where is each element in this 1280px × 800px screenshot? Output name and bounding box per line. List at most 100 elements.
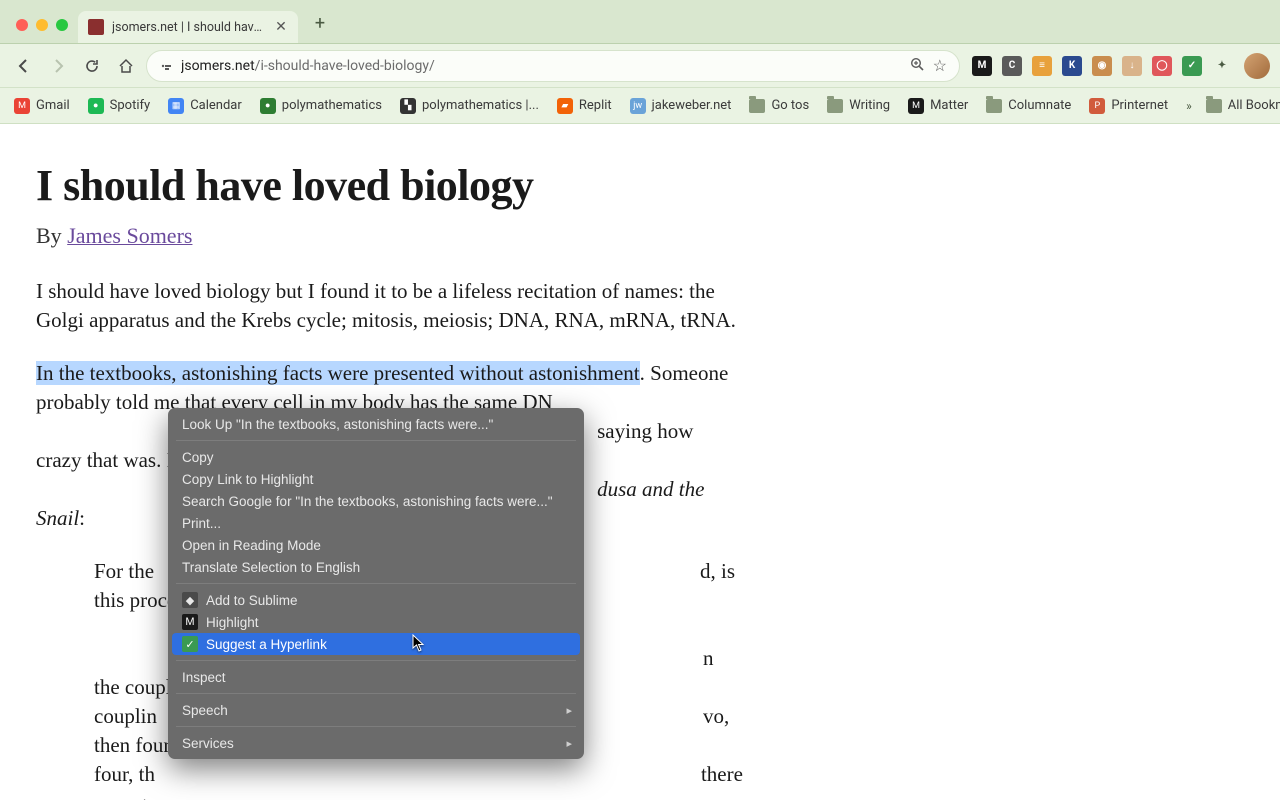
folder-icon (827, 99, 843, 113)
printernet-icon: P (1089, 98, 1105, 114)
bookmark-gotos[interactable]: Go tos (749, 98, 809, 113)
gmail-icon: M (14, 98, 30, 114)
folder-icon (1206, 99, 1222, 113)
home-button[interactable] (112, 52, 140, 80)
submenu-arrow-icon: ▸ (566, 737, 572, 750)
bookmark-jakeweber[interactable]: jw jakeweber.net (630, 98, 732, 114)
sublime-icon: ◆ (182, 592, 198, 608)
all-bookmarks-label: All Bookma (1228, 98, 1280, 113)
bookmark-gmail[interactable]: M Gmail (14, 98, 70, 114)
bookmark-label: Printernet (1111, 98, 1168, 113)
matter-extension-icon[interactable]: M (972, 56, 992, 76)
forward-button[interactable] (44, 52, 72, 80)
submenu-arrow-icon: ▸ (566, 704, 572, 717)
bookmark-label: Spotify (110, 98, 151, 113)
ctx-inspect[interactable]: Inspect (168, 666, 584, 688)
ctx-translate[interactable]: Translate Selection to English (168, 556, 584, 578)
ctx-separator (176, 583, 576, 584)
minimize-window-button[interactable] (36, 19, 48, 31)
p2-rest-c-after: : (79, 506, 85, 530)
bookmark-label: Columnate (1008, 98, 1071, 113)
bookmark-columnate[interactable]: Columnate (986, 98, 1071, 113)
ctx-copy[interactable]: Copy (168, 446, 584, 468)
reload-button[interactable] (78, 52, 106, 80)
back-button[interactable] (10, 52, 38, 80)
new-tab-button[interactable]: + (306, 9, 334, 37)
address-bar[interactable]: jsomers.net/i-should-have-loved-biology/… (146, 50, 960, 82)
bookmarks-overflow-chevron[interactable]: » (1186, 99, 1192, 113)
polymathematics2-icon: ▚ (400, 98, 416, 114)
browser-tab[interactable]: jsomers.net | I should have lo ✕ (78, 11, 298, 43)
profile-avatar[interactable] (1244, 53, 1270, 79)
ctx-separator (176, 440, 576, 441)
ctx-search-google[interactable]: Search Google for "In the textbooks, ast… (168, 490, 584, 512)
folder-icon (749, 99, 765, 113)
window-controls (8, 19, 78, 43)
article-title: I should have loved biology (36, 160, 744, 211)
ctx-reading-mode[interactable]: Open in Reading Mode (168, 534, 584, 556)
polymathematics-icon: ● (260, 98, 276, 114)
folder-icon (986, 99, 1002, 113)
bookmark-label: Writing (849, 98, 890, 113)
url-text: jsomers.net/i-should-have-loved-biology/ (181, 58, 901, 74)
bookmark-calendar[interactable]: ▦ Calendar (168, 98, 242, 114)
bookmark-star-icon[interactable]: ☆ (933, 56, 947, 75)
bookmark-label: Replit (579, 98, 612, 113)
k-ext-extension-icon[interactable]: K (1062, 56, 1082, 76)
bookmark-label: Go tos (771, 98, 809, 113)
bookmark-label: jakeweber.net (652, 98, 732, 113)
down-extension-icon[interactable]: ↓ (1122, 56, 1142, 76)
bookmark-polymathematics2[interactable]: ▚ polymathematics |... (400, 98, 539, 114)
bookmark-printernet[interactable]: P Printernet (1089, 98, 1168, 114)
bookmark-replit[interactable]: ▰ Replit (557, 98, 612, 114)
all-bookmarks-button[interactable]: All Bookma (1206, 98, 1280, 113)
maximize-window-button[interactable] (56, 19, 68, 31)
ctx-suggest-hyperlink[interactable]: ✓Suggest a Hyperlink (172, 633, 580, 655)
matter-bm-icon: M (908, 98, 924, 114)
bookmark-label: polymathematics |... (422, 98, 539, 113)
author-link[interactable]: James Somers (67, 223, 192, 248)
paragraph-1: I should have loved biology but I found … (36, 277, 744, 335)
books-extension-icon[interactable]: ≡ (1032, 56, 1052, 76)
rec-extension-icon[interactable]: ◯ (1152, 56, 1172, 76)
ctx-print[interactable]: Print... (168, 512, 584, 534)
ctx-separator (176, 726, 576, 727)
byline: By James Somers (36, 223, 744, 249)
bookmark-polymathematics[interactable]: ● polymathematics (260, 98, 382, 114)
calendar-icon: ▦ (168, 98, 184, 114)
check-extension-icon[interactable]: ✓ (1182, 56, 1202, 76)
puzzle-extension-icon[interactable]: ✦ (1212, 56, 1232, 76)
bookmark-label: Gmail (36, 98, 70, 113)
stack-extension-icon[interactable]: ◉ (1092, 56, 1112, 76)
spotify-icon: ● (88, 98, 104, 114)
bookmark-label: polymathematics (282, 98, 382, 113)
matter-icon: M (182, 614, 198, 630)
ctx-separator (176, 693, 576, 694)
site-info-icon[interactable] (159, 59, 173, 73)
toolbar: jsomers.net/i-should-have-loved-biology/… (0, 44, 1280, 88)
context-menu: Look Up "In the textbooks, astonishing f… (168, 408, 584, 759)
extension-icons: MC ≡ K ◉ ↓ ◯ ✓ ✦ (966, 56, 1238, 76)
replit-icon: ▰ (557, 98, 573, 114)
tab-title: jsomers.net | I should have lo (112, 20, 266, 35)
ctx-speech[interactable]: Speech▸ (168, 699, 584, 721)
bookmark-spotify[interactable]: ● Spotify (88, 98, 151, 114)
close-window-button[interactable] (16, 19, 28, 31)
c-ext-extension-icon[interactable]: C (1002, 56, 1022, 76)
bookmark-writing[interactable]: Writing (827, 98, 890, 113)
jakeweber-icon: jw (630, 98, 646, 114)
tab-strip: jsomers.net | I should have lo ✕ + (0, 0, 1280, 44)
check-icon: ✓ (182, 636, 198, 652)
ctx-lookup[interactable]: Look Up "In the textbooks, astonishing f… (168, 413, 584, 435)
zoom-icon[interactable] (909, 56, 925, 76)
bookmark-label: Calendar (190, 98, 242, 113)
tab-favicon (88, 19, 104, 35)
ctx-copy-link-highlight[interactable]: Copy Link to Highlight (168, 468, 584, 490)
ctx-add-to-sublime[interactable]: ◆Add to Sublime (168, 589, 584, 611)
ctx-highlight[interactable]: MHighlight (168, 611, 584, 633)
bookmark-matter-bm[interactable]: MMatter (908, 98, 968, 114)
ctx-services[interactable]: Services▸ (168, 732, 584, 754)
byline-by: By (36, 223, 67, 248)
tab-close-button[interactable]: ✕ (274, 20, 288, 34)
bookmarks-bar: M Gmail ● Spotify ▦ Calendar ● polymathematics ▚… (0, 88, 1280, 124)
